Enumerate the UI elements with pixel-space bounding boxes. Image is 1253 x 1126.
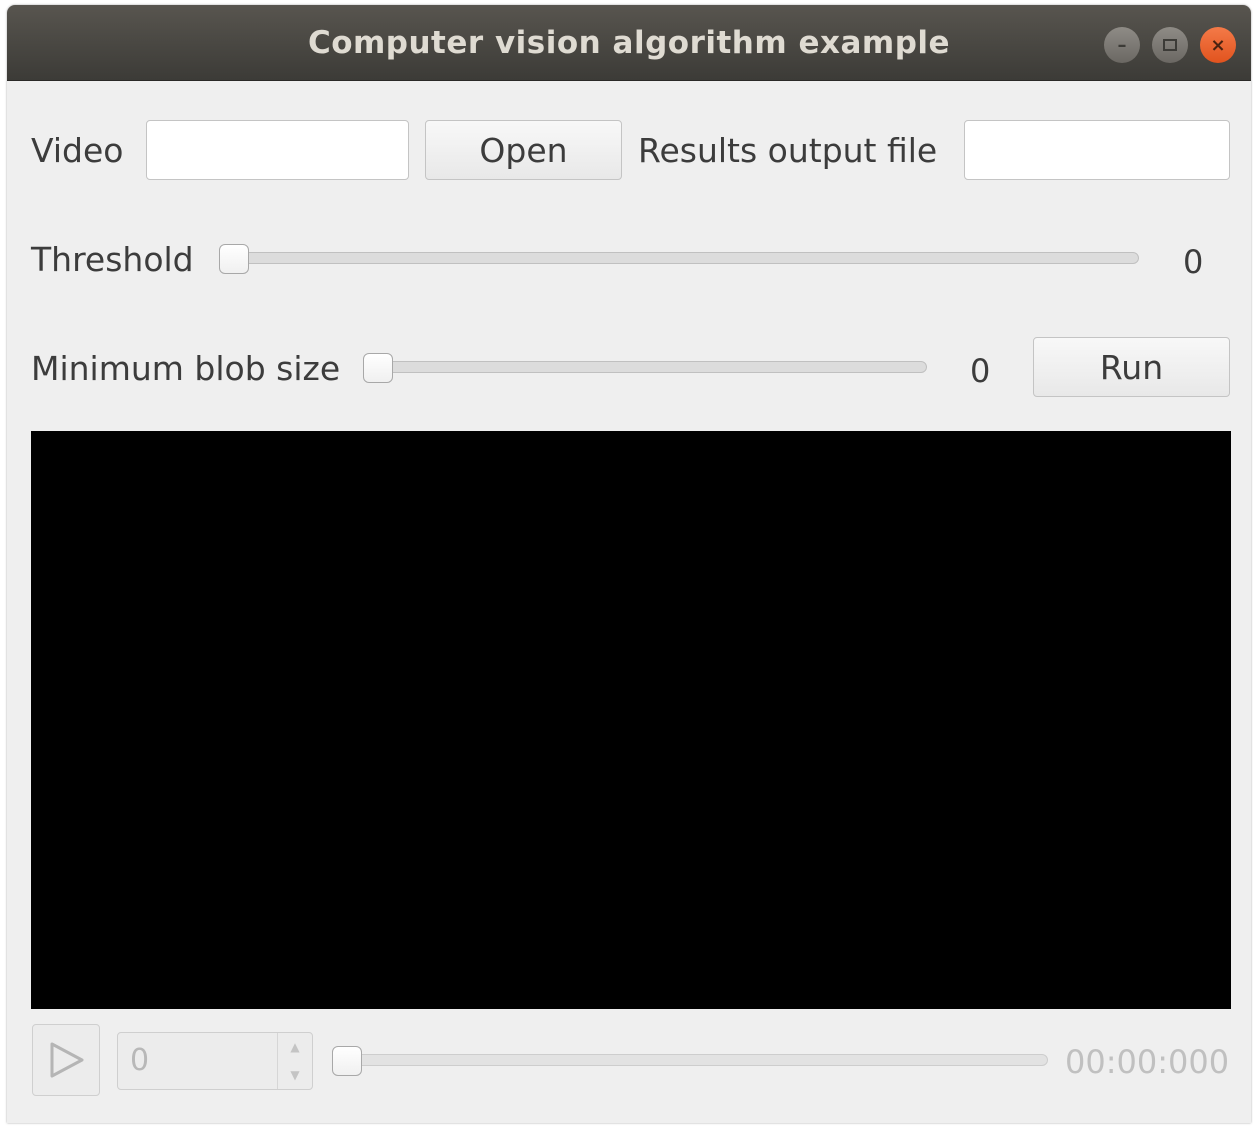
position-slider-handle[interactable] xyxy=(332,1046,362,1076)
frame-spinbox[interactable]: 0 ▲ ▼ xyxy=(117,1032,313,1090)
threshold-value: 0 xyxy=(1183,243,1204,281)
video-display xyxy=(31,431,1231,1009)
position-slider-track[interactable] xyxy=(334,1054,1048,1066)
video-path-input[interactable] xyxy=(146,120,409,180)
threshold-label: Threshold xyxy=(31,240,194,279)
close-button[interactable]: × xyxy=(1200,27,1236,63)
time-display: 00:00:000 xyxy=(1065,1043,1230,1081)
play-icon xyxy=(50,1042,84,1078)
open-button[interactable]: Open xyxy=(425,120,622,180)
threshold-slider-track[interactable] xyxy=(221,252,1139,264)
frame-spinbox-value: 0 xyxy=(130,1043,150,1078)
min-blob-value: 0 xyxy=(970,352,991,390)
minimize-button[interactable]: – xyxy=(1104,27,1140,63)
play-button[interactable] xyxy=(32,1024,100,1096)
maximize-button[interactable] xyxy=(1152,27,1188,63)
window-title: Computer vision algorithm example xyxy=(307,25,951,61)
maximize-icon xyxy=(1163,39,1177,51)
threshold-slider-handle[interactable] xyxy=(219,244,249,274)
minimize-icon: – xyxy=(1117,34,1127,56)
title-bar[interactable]: Computer vision algorithm example – × xyxy=(7,5,1251,81)
spin-down-icon[interactable]: ▼ xyxy=(290,1068,299,1082)
app-window: Computer vision algorithm example – × Vi… xyxy=(7,5,1251,1123)
run-button[interactable]: Run xyxy=(1033,337,1230,397)
min-blob-slider-track[interactable] xyxy=(364,361,927,373)
video-label: Video xyxy=(31,131,124,170)
results-output-label: Results output file xyxy=(638,131,938,170)
min-blob-size-label: Minimum blob size xyxy=(31,349,341,388)
close-icon: × xyxy=(1210,34,1226,56)
spin-up-icon[interactable]: ▲ xyxy=(290,1040,299,1054)
results-output-input[interactable] xyxy=(964,120,1230,180)
spinbox-arrows[interactable]: ▲ ▼ xyxy=(277,1033,312,1089)
min-blob-slider-handle[interactable] xyxy=(363,353,393,383)
